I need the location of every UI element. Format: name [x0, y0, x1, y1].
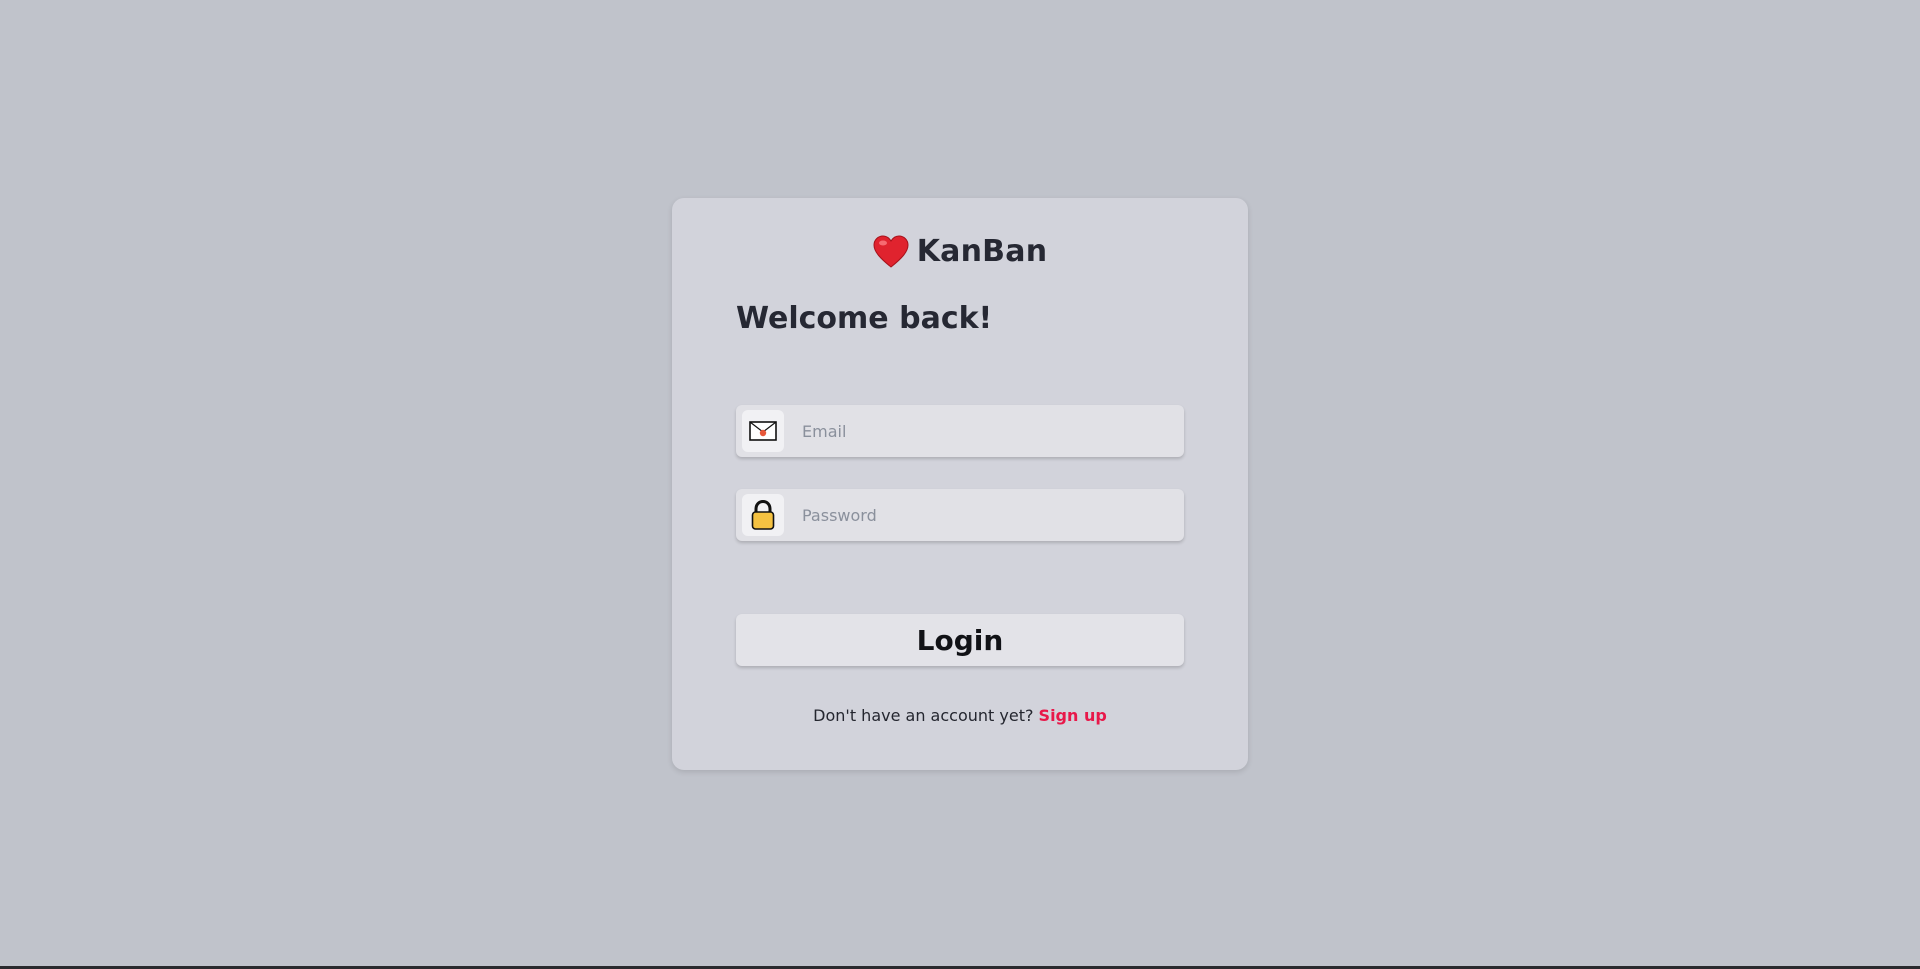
signup-link[interactable]: Sign up	[1039, 706, 1107, 725]
brand-header: KanBan	[672, 234, 1248, 269]
lock-icon	[742, 494, 784, 536]
signup-prompt-text: Don't have an account yet?	[813, 706, 1039, 725]
password-input[interactable]	[800, 504, 1164, 526]
envelope-icon	[742, 410, 784, 452]
signup-prompt: Don't have an account yet? Sign up	[672, 706, 1248, 725]
email-field[interactable]	[736, 405, 1184, 457]
page-title: Welcome back!	[736, 301, 993, 336]
brand-name: KanBan	[916, 234, 1048, 269]
email-input[interactable]	[800, 420, 1164, 442]
login-button[interactable]: Login	[736, 614, 1184, 666]
password-field[interactable]	[736, 489, 1184, 541]
red-heart-icon	[873, 234, 909, 269]
login-card: KanBan Welcome back! Login Don't have an…	[672, 198, 1248, 770]
